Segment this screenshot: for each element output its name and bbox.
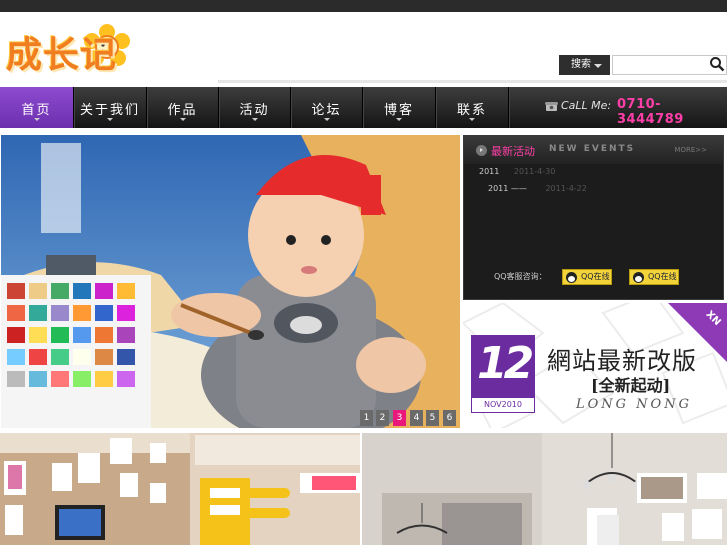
slider-page-3[interactable]: 3	[393, 410, 406, 426]
logo-text: 成长记	[6, 35, 118, 76]
chevron-down-icon	[396, 118, 402, 121]
phone-number[interactable]: 0710-3444789	[617, 97, 727, 127]
top-bar	[0, 0, 727, 12]
news-item-date: 2011-4-22	[545, 184, 587, 193]
studio-photo-right-image	[362, 433, 727, 545]
promo-english: LONG NONG	[576, 397, 692, 412]
promo-title: 網站最新改版	[547, 347, 697, 375]
chevron-down-icon	[323, 118, 330, 121]
nav-label: 联系	[456, 103, 487, 118]
search-icon[interactable]	[709, 56, 725, 72]
news-item-year: 2011	[479, 167, 500, 176]
nav-label: 活动	[239, 103, 270, 118]
nav-item-contact[interactable]: 联系	[436, 87, 509, 128]
chevron-down-icon	[179, 118, 186, 121]
slider-page-4[interactable]: 4	[410, 410, 423, 426]
site-logo[interactable]: 成长记	[4, 18, 170, 84]
phone-icon	[545, 102, 558, 111]
slider-page-6[interactable]: 6	[443, 410, 456, 426]
qq-label: QQ客服咨询：	[494, 272, 547, 281]
page: 成长记 搜索 首页 关于我们 作品 活动 论坛 博客 联系 CaLL Me: 0…	[0, 0, 727, 545]
search-category-button[interactable]: 搜索	[559, 55, 610, 75]
slider-page-1[interactable]: 1	[360, 410, 373, 426]
chevron-down-icon	[251, 118, 258, 121]
qq-online-button[interactable]: QQ在线	[629, 269, 679, 285]
news-title: 最新活动	[491, 145, 535, 158]
nav-item-works[interactable]: 作品	[147, 87, 219, 128]
nav-item-blog[interactable]: 博客	[363, 87, 436, 128]
nav-item-forum[interactable]: 论坛	[291, 87, 363, 128]
qq-penguin-icon	[633, 272, 644, 283]
promo-number-box: 12 NOV2010	[471, 335, 535, 413]
chevron-down-icon	[107, 118, 113, 121]
studio-photo-left[interactable]	[0, 433, 360, 545]
slider-page-5[interactable]: 5	[426, 410, 439, 426]
nav-label: 博客	[383, 103, 414, 118]
slider-page-2[interactable]: 2	[376, 410, 389, 426]
qq-button-label: QQ在线	[581, 272, 610, 281]
news-item-date: 2011-4-30	[513, 167, 556, 176]
qq-support-bar: QQ客服咨询： QQ在线 QQ在线	[464, 264, 723, 290]
promo-date: NOV2010	[471, 397, 535, 413]
promo-banner[interactable]: XN 12 NOV2010 網站最新改版 [全新起动] LONG NONG	[463, 303, 727, 428]
news-item[interactable]: 2011 —— 2011-4-22	[488, 184, 587, 193]
qq-penguin-icon	[566, 272, 577, 283]
nav-label: 作品	[167, 103, 198, 118]
news-subtitle: NEW EVENTS	[549, 144, 636, 154]
news-more-link[interactable]: MORE>>	[674, 146, 707, 154]
promo-number: 12	[477, 338, 534, 389]
nav-label: 论坛	[311, 103, 342, 118]
studio-photo-right[interactable]	[362, 433, 727, 545]
chevron-down-icon	[594, 64, 602, 68]
hero-slide-image[interactable]	[1, 135, 460, 428]
chevron-down-icon	[469, 118, 475, 121]
nav-item-events[interactable]: 活动	[219, 87, 291, 128]
promo-subtitle: [全新起动]	[591, 376, 671, 395]
news-item-year: 2011 ——	[488, 184, 527, 193]
call-info: CaLL Me: 0710-3444789	[509, 87, 727, 128]
chevron-down-icon	[33, 118, 40, 121]
nav-item-home[interactable]: 首页	[0, 87, 74, 128]
news-panel: 最新活动 NEW EVENTS MORE>> 2011 2011-4-30 20…	[463, 135, 724, 300]
main-nav: 首页 关于我们 作品 活动 论坛 博客 联系 CaLL Me: 0710-344…	[0, 87, 727, 128]
nav-label: 关于我们	[79, 103, 140, 118]
studio-photo-left-image	[0, 433, 360, 545]
nav-label: 首页	[21, 103, 52, 118]
call-label: CaLL Me:	[561, 99, 612, 112]
news-header: 最新活动 NEW EVENTS MORE>>	[464, 136, 723, 164]
qq-online-button[interactable]: QQ在线	[562, 269, 612, 285]
header-divider	[218, 80, 727, 83]
qq-button-label: QQ在线	[648, 272, 677, 281]
hero-illustration	[1, 135, 460, 428]
nav-item-about[interactable]: 关于我们	[74, 87, 147, 128]
play-circle-icon	[476, 145, 487, 156]
search-button-label: 搜索	[571, 59, 591, 70]
news-item[interactable]: 2011 2011-4-30	[479, 167, 555, 176]
